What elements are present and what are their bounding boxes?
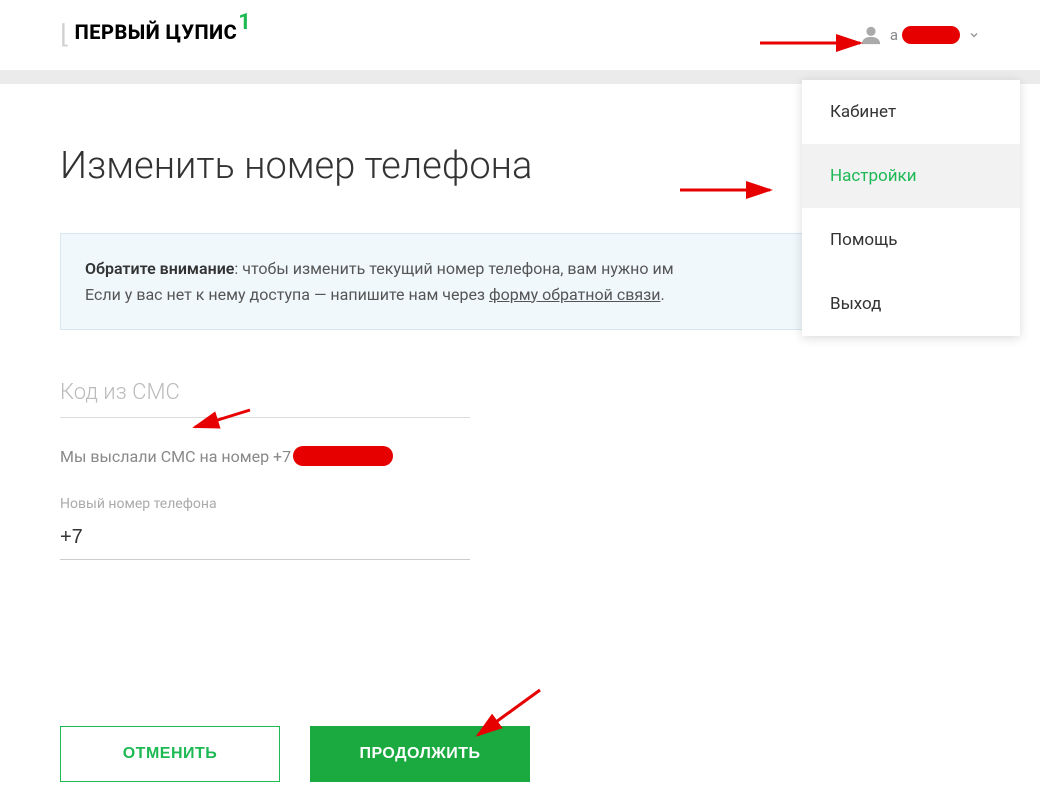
cancel-button[interactable]: ОТМЕНИТЬ xyxy=(60,726,280,782)
sms-sent-text: Мы выслали СМС на номер +7 xyxy=(60,446,980,466)
sms-sent-prefix: Мы выслали СМС на номер +7 xyxy=(60,447,291,466)
user-menu-trigger[interactable]: a xyxy=(860,24,980,46)
dropdown-item-settings[interactable]: Настройки xyxy=(802,144,1020,208)
logo-superscript: 1 xyxy=(238,10,251,35)
sms-code-input[interactable]: Код из СМС xyxy=(60,380,470,418)
user-icon xyxy=(860,24,882,46)
notice-text-2: Если у вас нет к нему доступа — напишите… xyxy=(85,285,489,304)
logo[interactable]: ⌊ ПЕРВЫЙ ЦУПИС 1 xyxy=(60,20,251,50)
notice-strong: Обратите внимание xyxy=(85,259,234,278)
notice-after-link: . xyxy=(660,285,664,304)
user-dropdown-menu: Кабинет Настройки Помощь Выход xyxy=(802,80,1020,336)
button-row: ОТМЕНИТЬ ПРОДОЛЖИТЬ xyxy=(60,726,530,782)
header: ⌊ ПЕРВЫЙ ЦУПИС 1 a xyxy=(0,0,1040,70)
user-name-redacted xyxy=(902,26,960,44)
user-name-prefix: a xyxy=(890,26,898,44)
dropdown-item-help[interactable]: Помощь xyxy=(802,208,1020,272)
logo-text: ПЕРВЫЙ ЦУПИС xyxy=(75,20,238,44)
dropdown-item-cabinet[interactable]: Кабинет xyxy=(802,80,1020,144)
chevron-down-icon xyxy=(968,29,980,41)
feedback-form-link[interactable]: форму обратной связи xyxy=(489,285,660,304)
notice-text-1: : чтобы изменить текущий номер телефона,… xyxy=(234,259,673,278)
logo-bracket-icon: ⌊ xyxy=(60,20,71,50)
new-phone-label: Новый номер телефона xyxy=(60,496,980,512)
continue-button[interactable]: ПРОДОЛЖИТЬ xyxy=(310,726,530,782)
phone-redacted xyxy=(293,446,393,466)
sms-code-group: Код из СМС Мы выслали СМС на номер +7 Но… xyxy=(60,380,980,560)
dropdown-item-logout[interactable]: Выход xyxy=(802,272,1020,336)
new-phone-input[interactable] xyxy=(60,520,470,560)
